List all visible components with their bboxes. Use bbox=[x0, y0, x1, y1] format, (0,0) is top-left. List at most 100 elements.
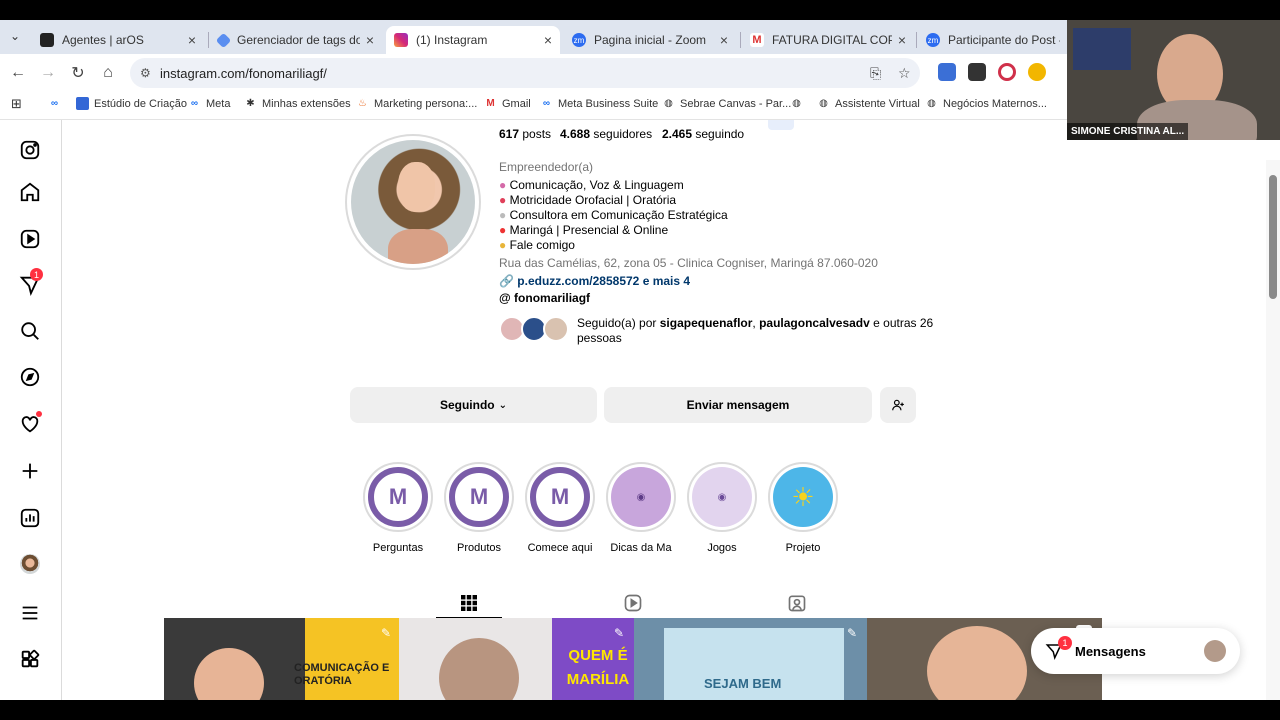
highlight-comece-aqui[interactable]: M Comece aqui bbox=[524, 462, 596, 554]
highlight-projeto[interactable]: ☀ Projeto bbox=[767, 462, 839, 554]
link-icon: 🔗 bbox=[499, 274, 514, 288]
post-thumbnail[interactable]: SEJAM BEM ✎ bbox=[634, 618, 867, 700]
heart-notifications-icon[interactable] bbox=[19, 411, 42, 435]
bookmark-star-icon[interactable]: ☆ bbox=[898, 65, 911, 82]
flame-icon: ♨ bbox=[358, 98, 367, 109]
translate-extension-icon[interactable] bbox=[938, 63, 956, 81]
globe-icon: ◍ bbox=[819, 98, 828, 109]
instagram-favicon-icon bbox=[394, 33, 408, 47]
close-icon[interactable]: × bbox=[544, 32, 552, 48]
url-field[interactable]: ⚙ instagram.com/fonomariliagf/ ⎘ ☆ bbox=[130, 58, 920, 88]
tab-agentes[interactable]: Agentes | arOS × bbox=[32, 26, 204, 54]
insights-chart-icon[interactable] bbox=[19, 507, 41, 529]
tab-instagram[interactable]: (1) Instagram × bbox=[386, 26, 560, 54]
threads-icon: @ bbox=[499, 291, 511, 305]
bookmark-icon bbox=[76, 97, 89, 110]
tab-tagged-icon[interactable] bbox=[764, 588, 830, 618]
bookmark-meta[interactable]: ∞ Meta bbox=[188, 97, 231, 110]
followed-by-text[interactable]: Seguido(a) por sigapequenaflor, paulagon… bbox=[577, 316, 933, 330]
close-icon[interactable]: × bbox=[898, 32, 906, 48]
site-settings-icon[interactable]: ⚙ bbox=[140, 66, 151, 80]
tab-copel[interactable]: M FATURA DIGITAL COPEL N × bbox=[742, 26, 914, 54]
highlight-perguntas[interactable]: M Perguntas bbox=[362, 462, 434, 554]
globe-icon: ◍ bbox=[927, 98, 936, 109]
direct-messages-icon[interactable]: 1 bbox=[19, 268, 43, 296]
extension-icon[interactable] bbox=[1028, 63, 1046, 81]
mutual-followers-avatars[interactable] bbox=[499, 316, 571, 344]
back-arrow-icon[interactable]: ← bbox=[7, 62, 29, 84]
bookmark-sebrae[interactable]: ◍ Sebrae Canvas - Par... bbox=[662, 97, 791, 110]
apps-grid-icon[interactable]: ⊞ bbox=[10, 96, 28, 111]
tab-zoom[interactable]: zm Pagina inicial - Zoom × bbox=[564, 26, 736, 54]
m-logo-icon: M bbox=[530, 467, 590, 527]
profile-main: 617 posts 4.688 seguidores 2.465 seguind… bbox=[62, 120, 1266, 700]
bookmark-meta-icon[interactable]: ∞ bbox=[48, 97, 66, 110]
send-message-button[interactable]: Enviar mensagem bbox=[604, 387, 872, 423]
tab-reels-icon[interactable] bbox=[600, 588, 666, 618]
brain-emoji-icon: ● bbox=[499, 178, 507, 192]
following-button[interactable]: Seguindo ⌄ bbox=[350, 387, 597, 423]
globe-icon: ◍ bbox=[664, 98, 673, 109]
pin-icon: ✎ bbox=[846, 626, 857, 640]
bookmark-gmail[interactable]: M Gmail bbox=[484, 97, 530, 110]
tab-posts-grid-icon[interactable] bbox=[436, 588, 502, 618]
bookmark-assistente[interactable]: ◍ Assistente Virtual bbox=[817, 97, 920, 110]
reels-icon[interactable] bbox=[19, 228, 41, 250]
bookmark-estudio[interactable]: Estúdio de Criação bbox=[76, 97, 187, 110]
profile-avatar[interactable] bbox=[19, 553, 41, 575]
install-app-icon[interactable]: ⎘ bbox=[870, 65, 881, 82]
post-thumbnail[interactable]: COMUNICAÇÃO E ORATÓRIA ✎ bbox=[164, 618, 399, 700]
menu-hamburger-icon[interactable] bbox=[19, 602, 41, 624]
forward-arrow-icon[interactable]: → bbox=[37, 62, 59, 84]
profile-address[interactable]: Rua das Camélias, 62, zona 05 - Clinica … bbox=[499, 256, 878, 270]
bookmark-extensoes[interactable]: ✱ Minhas extensões bbox=[244, 97, 350, 110]
bio-line: ● Motricidade Orofacial | Oratória bbox=[499, 193, 677, 207]
speech-bubble-emoji-icon: ● bbox=[499, 208, 507, 222]
pin-icon: ✎ bbox=[613, 626, 624, 640]
more-apps-icon[interactable] bbox=[19, 648, 41, 670]
bookmark-meta-business[interactable]: ∞ Meta Business Suite bbox=[540, 97, 658, 110]
extension-icon[interactable] bbox=[998, 63, 1016, 81]
followers-stat[interactable]: 4.688 seguidores bbox=[560, 127, 652, 141]
browser-window: ⌄ Agentes | arOS × Gerenciador de tags d… bbox=[0, 20, 1280, 700]
bookmark-negocios[interactable]: ◍ Negócios Maternos... bbox=[925, 97, 1047, 110]
home-icon[interactable] bbox=[19, 181, 41, 203]
posts-stat[interactable]: 617 posts bbox=[499, 127, 551, 141]
reload-icon[interactable]: ↻ bbox=[67, 62, 89, 84]
tab-search-icon[interactable]: ⌄ bbox=[10, 29, 20, 43]
close-icon[interactable]: × bbox=[366, 32, 374, 48]
suggest-add-user-icon[interactable] bbox=[880, 387, 916, 423]
video-participant-tile[interactable]: SIMONE CRISTINA AL... bbox=[1067, 20, 1280, 140]
profile-category: Empreendedor(a) bbox=[499, 160, 594, 174]
messages-badge: 1 bbox=[1058, 636, 1072, 650]
profile-link[interactable]: 🔗 p.eduzz.com/2858572 e mais 4 bbox=[499, 274, 690, 288]
tab-participante[interactable]: zm Participante do Post - Zoo bbox=[918, 26, 1068, 54]
explore-compass-icon[interactable] bbox=[19, 366, 41, 388]
messages-button[interactable]: 1 Mensagens bbox=[1031, 628, 1240, 674]
highlight-dicas-da-ma[interactable]: ◉ Dicas da Ma bbox=[605, 462, 677, 554]
pointing-hand-emoji-icon: ● bbox=[499, 238, 507, 252]
search-icon[interactable] bbox=[19, 320, 41, 342]
page-scrollbar[interactable] bbox=[1266, 160, 1280, 700]
highlight-jogos[interactable]: ◉ Jogos bbox=[686, 462, 758, 554]
lips-emoji-icon: ● bbox=[499, 193, 507, 207]
zoom-favicon-icon: zm bbox=[926, 33, 940, 47]
post-thumbnail[interactable]: QUEM É MARÍLIA ✎ bbox=[399, 618, 634, 700]
home-icon[interactable]: ⌂ bbox=[97, 62, 119, 84]
scrollbar-thumb[interactable] bbox=[1269, 175, 1277, 299]
profile-avatar-large[interactable] bbox=[345, 134, 481, 270]
bookmark-globe[interactable]: ◍ bbox=[790, 97, 808, 110]
close-icon[interactable]: × bbox=[188, 32, 196, 48]
gmail-icon: M bbox=[486, 98, 495, 109]
threads-link[interactable]: @ fonomariliagf bbox=[499, 291, 590, 305]
close-icon[interactable]: × bbox=[720, 32, 728, 48]
following-stat[interactable]: 2.465 seguindo bbox=[662, 127, 744, 141]
zoom-favicon-icon: zm bbox=[572, 33, 586, 47]
bookmark-marketing[interactable]: ♨ Marketing persona:... bbox=[356, 97, 477, 110]
tab-gerenciador[interactable]: Gerenciador de tags do Go × bbox=[210, 26, 382, 54]
create-plus-icon[interactable] bbox=[19, 460, 41, 482]
extension-icon[interactable] bbox=[968, 63, 986, 81]
highlight-produtos[interactable]: M Produtos bbox=[443, 462, 515, 554]
translate-popup-icon[interactable] bbox=[768, 120, 794, 130]
instagram-logo-icon[interactable] bbox=[19, 139, 41, 161]
